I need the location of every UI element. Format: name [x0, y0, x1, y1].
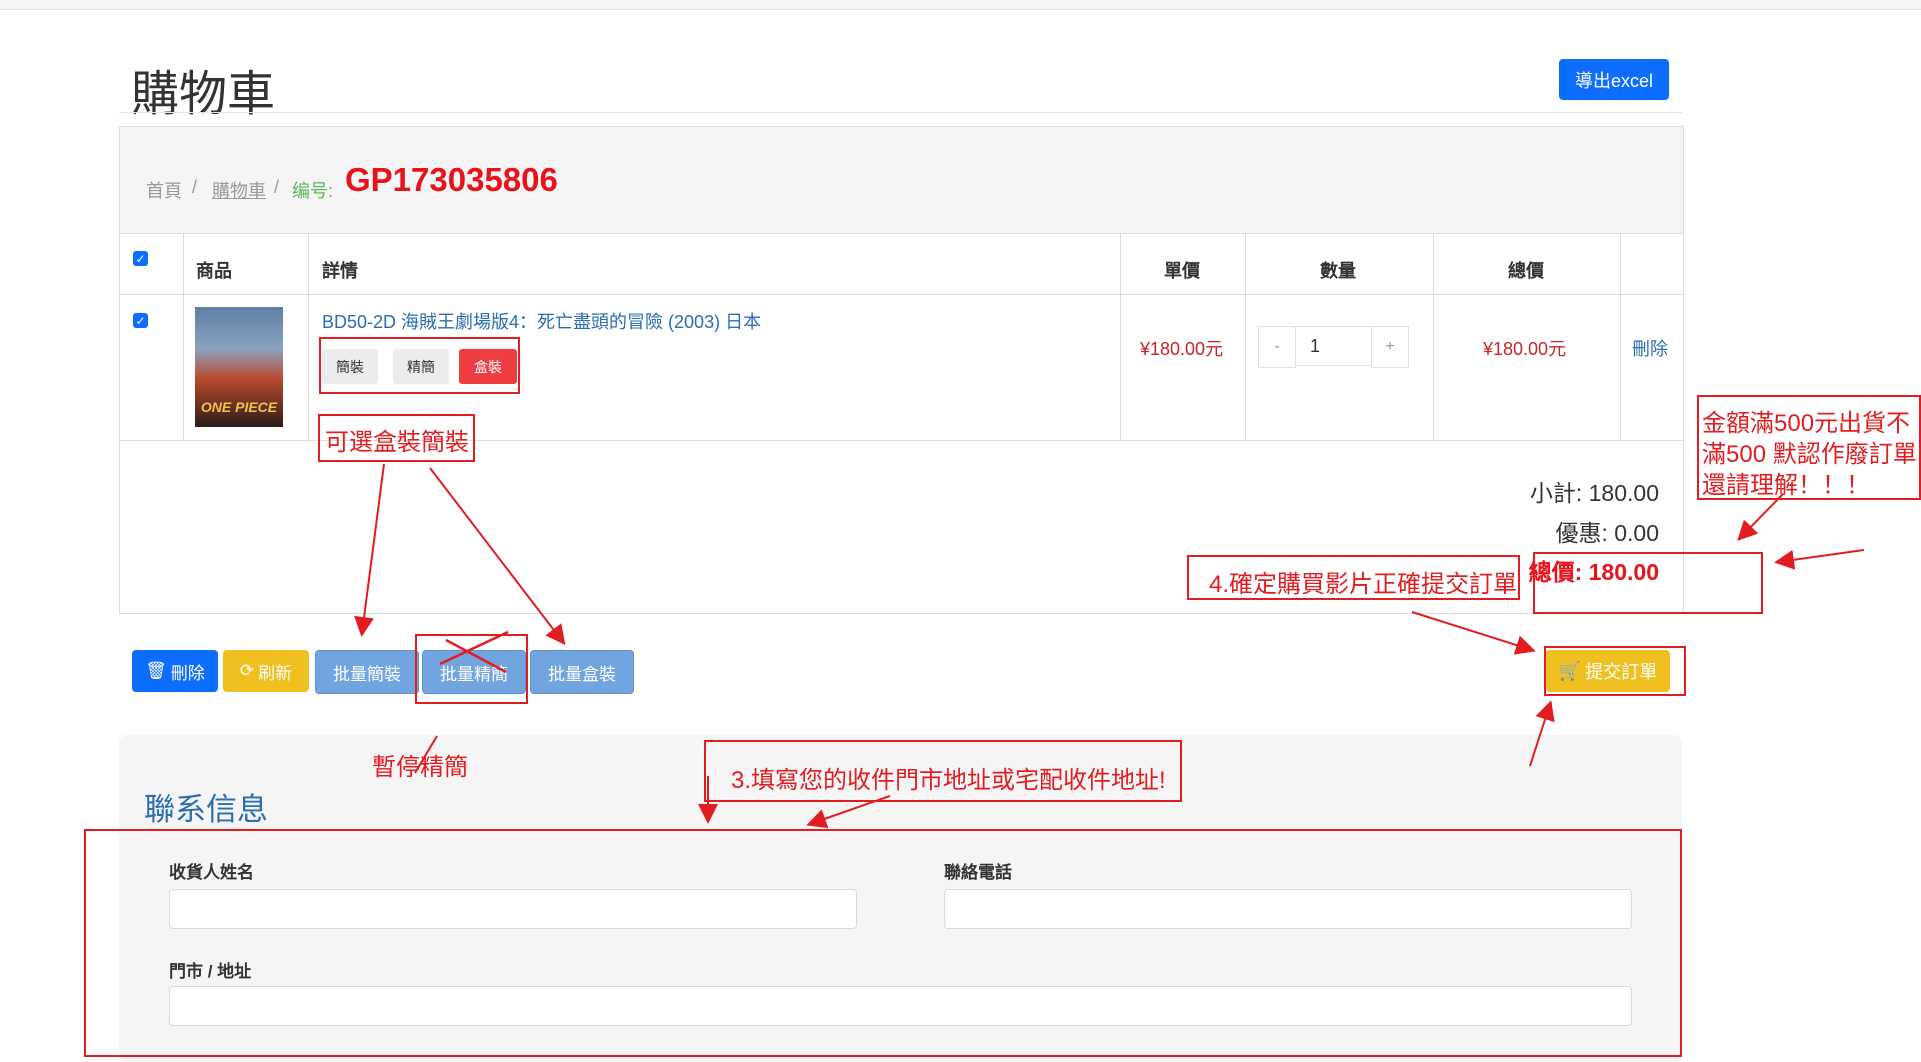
arrow-to-total-1: [1737, 493, 1784, 541]
min-amount-note-line-1: 金額滿500元出貨不: [1702, 410, 1911, 437]
contact-highlight-box: [84, 829, 1682, 1057]
column-divider: [308, 233, 309, 440]
quantity-stepper: - 1 +: [1258, 326, 1409, 368]
poster-logo: ONE PIECE: [200, 399, 278, 415]
refresh-icon: ⟳: [239, 661, 255, 680]
panel-header: 首頁 / 購物車 / 编号: GP173035806: [120, 127, 1683, 234]
product-title-link[interactable]: BD50-2D 海賊王劇場版4：死亡盡頭的冒險 (2003) 日本: [322, 308, 761, 334]
row-delete-link[interactable]: 刪除: [1632, 335, 1668, 361]
discount-label: 優惠:: [1555, 520, 1608, 546]
title-divider: [119, 112, 1682, 113]
delete-selected-button[interactable]: 🗑 刪除: [132, 650, 218, 692]
option-highlight-box: [319, 337, 520, 394]
column-divider: [183, 233, 184, 440]
min-amount-note-line-3: 還請理解！！！: [1702, 472, 1870, 499]
column-divider: [1433, 233, 1434, 440]
table-header-divider: [120, 294, 1683, 295]
quantity-plus-button[interactable]: +: [1371, 326, 1409, 368]
breadcrumb-home[interactable]: 首頁: [146, 177, 182, 203]
address-note: 3.填寫您的收件門市地址或宅配收件地址!: [731, 767, 1166, 794]
confirm-note: 4.確定購買影片正確提交訂單: [1209, 571, 1518, 598]
paused-highlight-box: [415, 634, 528, 704]
subtotal-label: 小計:: [1529, 480, 1583, 506]
min-amount-note-line-2: 滿500 默認作廢訂單: [1702, 441, 1917, 468]
option-note: 可選盒裝簡裝: [325, 429, 469, 456]
select-all-checkbox[interactable]: ✓: [133, 251, 148, 266]
refresh-label: 刷新: [258, 663, 293, 683]
column-header-details: 詳情: [322, 261, 358, 281]
breadcrumb-separator: /: [274, 177, 280, 197]
row-total-price: ¥180.00元: [1483, 339, 1567, 359]
column-header-quantity: 數量: [1320, 261, 1356, 281]
top-bar: [0, 0, 1921, 10]
total-highlight-box: [1533, 552, 1763, 614]
submit-highlight-box: [1544, 646, 1686, 696]
subtotal-value: 180.00: [1588, 480, 1659, 506]
contact-section-title: 聯系信息: [144, 792, 268, 827]
arrow-to-submit: [1411, 611, 1536, 655]
batch-box-button[interactable]: 批量盒裝: [530, 650, 634, 694]
subtotal-line: 小計: 180.00: [1530, 474, 1659, 508]
breadcrumb-cart[interactable]: 購物車: [212, 177, 266, 203]
column-divider: [1245, 233, 1246, 440]
product-poster[interactable]: ONE PIECE: [195, 307, 283, 427]
quantity-input[interactable]: 1: [1296, 326, 1371, 366]
breadcrumb-separator: /: [192, 177, 198, 197]
discount-line: 優惠: 0.00: [1555, 514, 1659, 548]
order-number-label: 编号:: [292, 181, 334, 201]
column-divider: [1120, 233, 1121, 440]
unit-price: ¥180.00元: [1140, 339, 1224, 359]
column-header-total: 總價: [1508, 261, 1544, 281]
page-title: 購物車: [131, 68, 276, 121]
refresh-button[interactable]: ⟳ 刷新: [223, 650, 309, 692]
column-header-product: 商品: [196, 261, 232, 281]
export-excel-button[interactable]: 導出excel: [1559, 59, 1669, 100]
delete-selected-label: 刪除: [170, 663, 205, 683]
trash-icon: 🗑: [145, 661, 167, 680]
row-checkbox[interactable]: ✓: [133, 313, 148, 328]
arrow-to-total-2: [1774, 549, 1865, 570]
discount-value: 0.00: [1614, 520, 1659, 546]
column-divider: [1620, 233, 1621, 440]
paused-note: 暫停精簡: [372, 754, 468, 781]
order-number: GP173035806: [345, 161, 558, 198]
column-header-unit-price: 單價: [1164, 261, 1200, 281]
quantity-minus-button[interactable]: -: [1258, 326, 1296, 368]
batch-simple-button[interactable]: 批量簡裝: [315, 650, 419, 694]
